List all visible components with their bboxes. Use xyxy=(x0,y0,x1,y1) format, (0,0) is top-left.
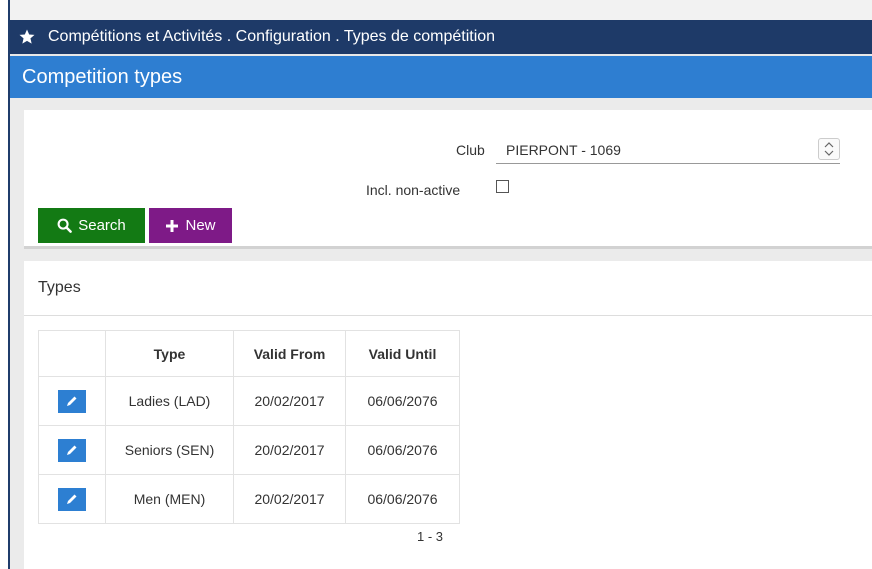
column-header-valid-from[interactable]: Valid From xyxy=(233,330,346,377)
valid-from-cell: 20/02/2017 xyxy=(233,474,346,524)
window-frame xyxy=(0,0,10,569)
search-button-label: Search xyxy=(78,217,126,234)
edit-button[interactable] xyxy=(58,389,86,413)
edit-button[interactable] xyxy=(58,487,86,511)
pencil-icon xyxy=(67,494,77,504)
inactive-checkbox[interactable] xyxy=(496,180,509,193)
type-cell: Seniors (SEN) xyxy=(105,425,234,475)
table-header-row: Type Valid From Valid Until xyxy=(38,330,460,377)
new-button-label: New xyxy=(185,217,216,234)
club-select[interactable]: PIERPONT - 1069 xyxy=(496,136,840,164)
inactive-label: Incl. non-active xyxy=(366,182,461,198)
types-title: Types xyxy=(38,279,81,296)
star-icon[interactable] xyxy=(18,28,36,46)
content-area: Club PIERPONT - 1069 Incl. non-active Se… xyxy=(10,98,872,569)
valid-until-cell: 06/06/2076 xyxy=(345,376,460,426)
plus-icon xyxy=(166,219,179,232)
valid-until-cell: 06/06/2076 xyxy=(345,474,460,524)
new-button[interactable]: New xyxy=(149,208,232,243)
valid-until-cell: 06/06/2076 xyxy=(345,425,460,475)
table-row[interactable]: Men (MEN) 20/02/2017 06/06/2076 xyxy=(38,474,460,524)
column-header-valid-until[interactable]: Valid Until xyxy=(345,330,460,377)
column-header-actions xyxy=(38,330,106,377)
column-header-type[interactable]: Type xyxy=(105,330,234,377)
title-bar: Compétitions et Activités . Configuratio… xyxy=(10,20,872,54)
page-header: Competition types xyxy=(10,56,872,98)
club-label: Club xyxy=(456,142,485,158)
types-panel: Types Type Valid From Valid Until Ladies… xyxy=(24,261,872,569)
type-cell: Ladies (LAD) xyxy=(105,376,234,426)
page-title: Competition types xyxy=(22,65,183,88)
edit-button[interactable] xyxy=(58,438,86,462)
top-strip xyxy=(10,0,872,20)
pencil-icon xyxy=(67,396,77,406)
type-cell: Men (MEN) xyxy=(105,474,234,524)
valid-from-cell: 20/02/2017 xyxy=(233,376,346,426)
club-select-value: PIERPONT - 1069 xyxy=(506,141,621,158)
table-row[interactable]: Ladies (LAD) 20/02/2017 06/06/2076 xyxy=(38,376,460,426)
pencil-icon xyxy=(67,445,77,455)
table-row[interactable]: Seniors (SEN) 20/02/2017 06/06/2076 xyxy=(38,425,460,475)
filter-panel: Club PIERPONT - 1069 Incl. non-active Se… xyxy=(24,110,872,249)
search-button[interactable]: Search xyxy=(38,208,145,243)
pagination-info: 1 - 3 xyxy=(417,529,444,544)
search-icon xyxy=(57,218,73,233)
valid-from-cell: 20/02/2017 xyxy=(233,425,346,475)
types-table: Type Valid From Valid Until Ladies (LAD)… xyxy=(38,330,460,524)
up-down-arrows-icon[interactable] xyxy=(818,138,840,160)
divider xyxy=(24,315,872,316)
breadcrumb: Compétitions et Activités . Configuratio… xyxy=(48,28,496,45)
